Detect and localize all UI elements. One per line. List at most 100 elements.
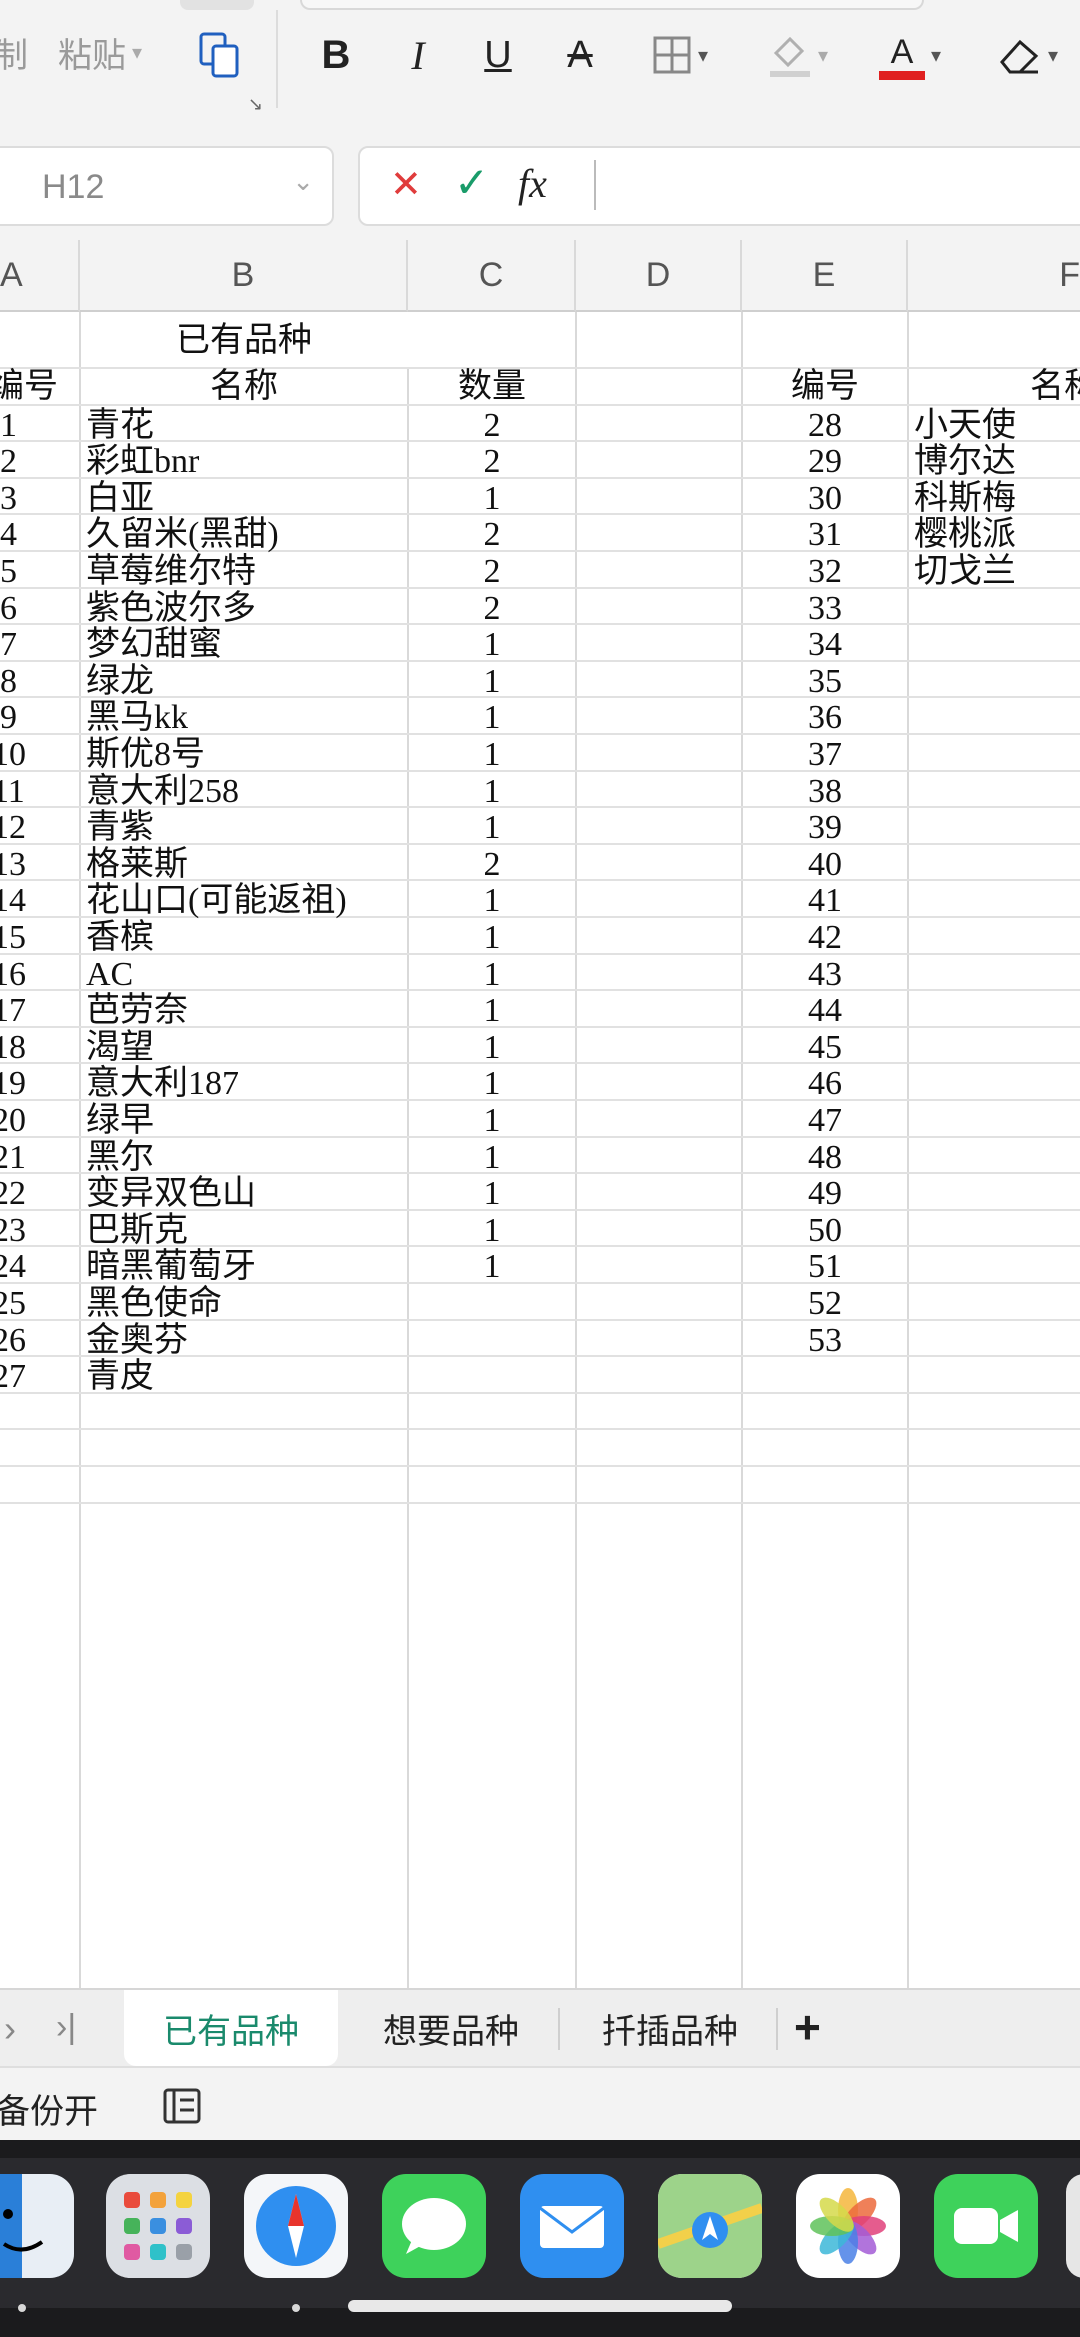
row-number-cell[interactable]: 18 [0,1030,26,1065]
right-number-cell[interactable]: 36 [742,701,908,735]
right-number-cell[interactable]: 51 [742,1250,908,1284]
formula-input[interactable]: ✕ ✓ fx [358,146,1080,226]
partial-app-icon[interactable] [1066,2174,1080,2278]
row-number-cell[interactable]: 24 [0,1250,26,1284]
quantity-cell[interactable]: 1 [408,664,576,699]
variety-name-cell[interactable]: 金奥芬 [86,1323,188,1358]
clear-format-button[interactable]: ▾ [982,22,1072,88]
variety-name-cell[interactable]: 渴望 [86,1030,154,1065]
variety-name-cell[interactable]: 久留米(黑甜) [86,518,279,552]
variety-name-cell[interactable]: 青花 [86,408,154,443]
quantity-cell[interactable]: 2 [408,408,576,443]
cancel-icon[interactable]: ✕ [390,162,422,207]
bold-button[interactable]: B [314,22,358,88]
row-number-cell[interactable]: 16 [0,957,26,992]
header-number-a[interactable]: 编号 [0,370,58,404]
row-number-cell[interactable]: 25 [0,1287,26,1321]
row-number-cell[interactable]: 11 [0,774,25,809]
right-number-cell[interactable]: 47 [742,1104,908,1138]
sheet-title-cell[interactable]: 已有品种 [80,324,408,358]
variety-name-cell[interactable]: AC [86,957,133,992]
row-number-cell[interactable]: 17 [0,994,26,1028]
quantity-cell[interactable]: 1 [408,1030,576,1065]
right-number-cell[interactable]: 46 [742,1067,908,1101]
quantity-cell[interactable]: 1 [408,774,576,809]
sheet-list-icon[interactable] [162,2086,202,2126]
facetime-icon[interactable] [934,2174,1038,2278]
underline-button[interactable]: U [476,22,520,88]
quantity-cell[interactable]: 1 [408,628,576,662]
right-number-cell[interactable]: 48 [742,1140,908,1175]
home-indicator[interactable] [348,2300,732,2312]
quantity-cell[interactable]: 1 [408,1177,576,1211]
italic-button[interactable]: I [396,22,440,88]
right-number-cell[interactable]: 34 [742,628,908,662]
variety-name-cell[interactable]: 黑马kk [86,701,188,735]
row-number-cell[interactable]: 15 [0,921,26,955]
quantity-cell[interactable]: 2 [408,445,576,479]
row-number-cell[interactable]: 3 [0,481,17,516]
tab-scroll-last-icon[interactable]: ›| [56,2008,76,2047]
row-number-cell[interactable]: 21 [0,1140,26,1175]
quantity-cell[interactable]: 1 [408,957,576,992]
quantity-cell[interactable]: 2 [408,847,576,882]
right-number-cell[interactable]: 49 [742,1177,908,1211]
strikethrough-button[interactable]: A [556,22,604,88]
row-number-cell[interactable]: 12 [0,811,26,845]
variety-name-cell[interactable]: 暗黑葡萄牙 [86,1250,256,1284]
column-header-c[interactable]: C [408,240,576,312]
right-number-cell[interactable]: 44 [742,994,908,1028]
spreadsheet-grid[interactable]: A B C D E F 已有品种 编号名称数量编号名称1青花228小天使2彩虹b… [0,240,1080,1988]
variety-name-cell[interactable]: 变异双色山 [86,1177,256,1211]
quantity-cell[interactable]: 2 [408,518,576,552]
format-painter-icon[interactable] [190,22,250,88]
quantity-cell[interactable]: 1 [408,811,576,845]
quantity-cell[interactable]: 1 [408,921,576,955]
variety-name-cell[interactable]: 绿早 [86,1104,154,1138]
right-number-cell[interactable]: 41 [742,884,908,918]
row-number-cell[interactable]: 8 [0,664,17,699]
quantity-cell[interactable]: 1 [408,1067,576,1101]
quantity-cell[interactable]: 1 [408,994,576,1028]
quantity-cell[interactable]: 1 [408,1104,576,1138]
backup-toggle-label[interactable]: 备份开 [0,2084,98,2133]
row-number-cell[interactable]: 4 [0,518,17,552]
font-color-button[interactable]: A ▾ [868,22,952,88]
row-number-cell[interactable]: 5 [0,555,17,589]
confirm-icon[interactable]: ✓ [454,158,489,207]
quantity-cell[interactable]: 1 [408,1140,576,1175]
variety-name-cell[interactable]: 白亚 [86,481,154,516]
fill-color-button[interactable]: ▾ [756,22,840,88]
right-number-cell[interactable]: 30 [742,481,908,516]
photos-icon[interactable] [796,2174,900,2278]
variety-name-cell[interactable]: 梦幻甜蜜 [86,628,222,662]
row-number-cell[interactable]: 14 [0,884,26,918]
column-header-b[interactable]: B [80,240,408,312]
right-number-cell[interactable]: 43 [742,957,908,992]
tab-existing-varieties[interactable]: 已有品种 [124,1990,338,2066]
right-number-cell[interactable]: 53 [742,1323,908,1358]
right-number-cell[interactable]: 42 [742,921,908,955]
variety-name-cell[interactable]: 斯优8号 [86,738,205,772]
safari-icon[interactable] [244,2174,348,2278]
variety-name-cell[interactable]: 黑尔 [86,1140,154,1175]
header-name-f[interactable]: 名称 [1030,370,1080,404]
quantity-cell[interactable]: 1 [408,884,576,918]
right-number-cell[interactable]: 40 [742,847,908,882]
right-name-cell[interactable]: 切戈兰 [914,555,1016,589]
right-number-cell[interactable]: 28 [742,408,908,443]
variety-name-cell[interactable]: 芭劳奈 [86,994,188,1028]
right-number-cell[interactable]: 38 [742,774,908,809]
variety-name-cell[interactable]: 彩虹bnr [86,445,199,479]
row-number-cell[interactable]: 20 [0,1104,26,1138]
variety-name-cell[interactable]: 意大利258 [86,774,239,809]
right-name-cell[interactable]: 小天使 [914,408,1016,443]
quantity-cell[interactable]: 2 [408,555,576,589]
right-number-cell[interactable]: 35 [742,664,908,699]
header-name-b[interactable]: 名称 [80,370,408,404]
variety-name-cell[interactable]: 青紫 [86,811,154,845]
variety-name-cell[interactable]: 香槟 [86,921,154,955]
quantity-cell[interactable]: 1 [408,481,576,516]
paste-button[interactable]: 粘贴 ▾ [58,24,142,80]
row-number-cell[interactable]: 1 [0,408,17,443]
